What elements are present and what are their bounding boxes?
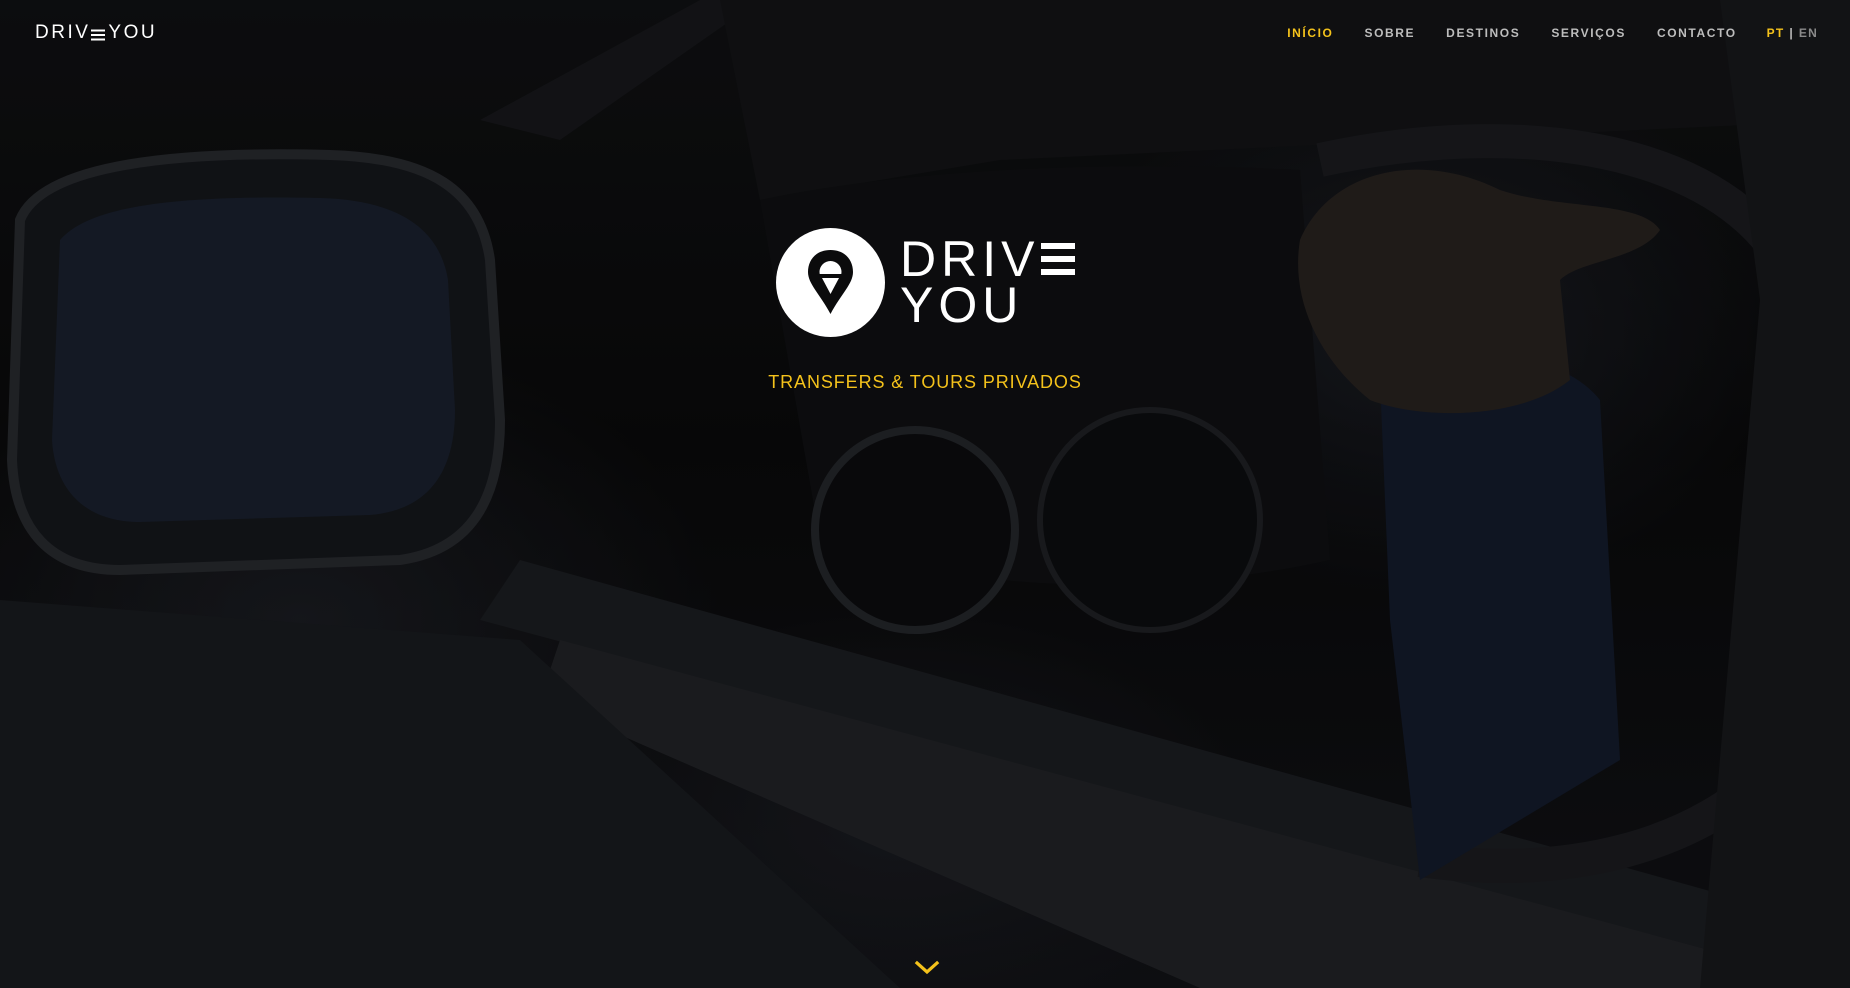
brand-text-right: YOU: [108, 22, 158, 43]
nav-item-servicos[interactable]: SERVIÇOS: [1551, 26, 1626, 40]
nav-item-contacto[interactable]: CONTACTO: [1657, 26, 1737, 40]
dark-overlay: [0, 0, 1850, 988]
nav-item-inicio[interactable]: INÍCIO: [1287, 26, 1333, 40]
lang-pt[interactable]: PT: [1767, 26, 1785, 40]
scroll-down-button[interactable]: [913, 958, 941, 978]
logo-e-mark-icon: [1041, 243, 1076, 275]
hero-logo: DRIV YOU: [776, 228, 1076, 338]
hero-tagline: TRANSFERS & TOURS PRIVADOS: [768, 372, 1082, 392]
lang-en[interactable]: EN: [1799, 26, 1818, 40]
site-header: DRIV YOU INÍCIO SOBRE DESTINOS SERVIÇOS …: [0, 0, 1850, 68]
location-pin-icon: [776, 228, 885, 337]
lang-separator: |: [1789, 26, 1794, 40]
main-nav: INÍCIO SOBRE DESTINOS SERVIÇOS CONTACTO …: [1256, 26, 1818, 40]
logo-word-you: YOU: [900, 277, 1024, 333]
brand-e-mark-icon: [91, 26, 106, 41]
brand-text-left: DRIV: [35, 22, 91, 43]
nav-item-sobre[interactable]: SOBRE: [1364, 26, 1415, 40]
logo-word-drive: DRIV: [900, 231, 1040, 287]
nav-item-destinos[interactable]: DESTINOS: [1446, 26, 1520, 40]
hero-section: DRIV YOU INÍCIO SOBRE DESTINOS SERVIÇOS …: [0, 0, 1850, 988]
brand-logo-link[interactable]: DRIV YOU: [35, 22, 158, 43]
logo-wordmark: DRIV YOU: [900, 231, 1076, 333]
chevron-down-icon: [914, 960, 940, 975]
language-switcher: PT | EN: [1767, 26, 1818, 40]
